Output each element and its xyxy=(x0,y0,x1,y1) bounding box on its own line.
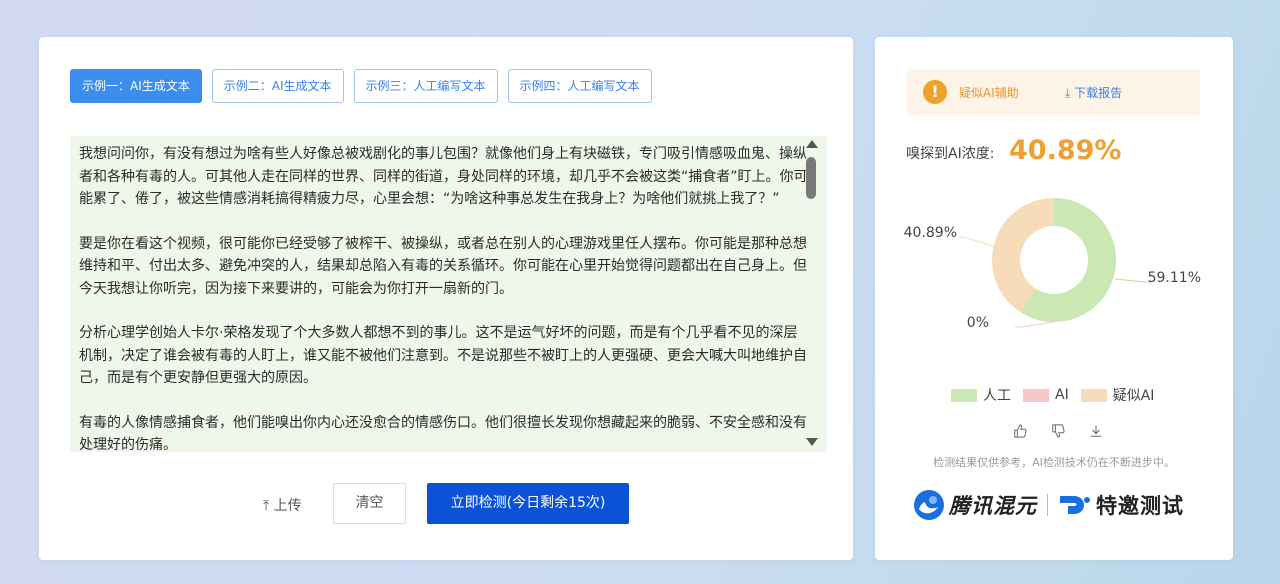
detect-button[interactable]: 立即检测(今日剩余15次) xyxy=(427,483,629,524)
alert-label: 疑似AI辅助 xyxy=(959,86,1019,100)
chart-legend: 人工 AI 疑似AI xyxy=(951,385,1166,405)
example-tabs: 示例一：AI生成文本 示例二：AI生成文本 示例三：人工编写文本 示例四：人工编… xyxy=(70,69,662,103)
thumbs-down-icon[interactable] xyxy=(1051,423,1065,439)
legend-swatch-ai xyxy=(1023,388,1049,402)
disclaimer-text: 检测结果仅供参考，AI检测技术仍在不断进步中。 xyxy=(933,456,1175,469)
concentration-value: 40.89% xyxy=(1009,135,1122,166)
donut-label-ai: 0% xyxy=(967,315,989,331)
text-paragraph-4: 有毒的人像情感捕食者，他们能嗅出你内心还没愈合的情感伤口。他们很擅长发现你想藏起… xyxy=(79,414,807,453)
download-icon: ⤓ xyxy=(1065,86,1071,100)
tab-example-4[interactable]: 示例四：人工编写文本 xyxy=(507,69,652,103)
scroll-down-arrow-icon[interactable] xyxy=(806,438,818,446)
tab-example-1[interactable]: 示例一：AI生成文本 xyxy=(70,69,202,103)
ai-donut-chart: 59.11% 0% 40.89% xyxy=(904,198,1201,331)
brand-separator xyxy=(1047,494,1048,516)
special-test-logo-icon xyxy=(1060,496,1090,514)
text-input-area[interactable]: 我想问问你，有没有想过为啥有些人好像总被戏剧化的事儿包围？就像他们身上有块磁铁，… xyxy=(70,136,827,452)
donut-label-suspected-ai: 40.89% xyxy=(904,225,957,241)
input-panel: 示例一：AI生成文本 示例二：AI生成文本 示例三：人工编写文本 示例四：人工编… xyxy=(39,37,853,560)
thumbs-up-icon[interactable] xyxy=(1013,423,1027,439)
donut-leader-line-human xyxy=(1114,278,1151,283)
scroll-up-arrow-icon[interactable] xyxy=(806,140,818,148)
text-scrollbar[interactable] xyxy=(804,136,820,452)
brand-name-hunyuan: 腾讯混元 xyxy=(949,494,1037,518)
legend-swatch-human xyxy=(951,388,977,402)
upload-label: 上传 xyxy=(273,498,302,514)
action-bar: ⤒ 上传 清空 立即检测(今日剩余15次) xyxy=(39,483,853,525)
donut-leader-line-ai xyxy=(1015,321,1055,328)
download-report-link[interactable]: ⤓ 下载报告 xyxy=(1065,84,1122,101)
tab-example-3[interactable]: 示例三：人工编写文本 xyxy=(353,69,498,103)
download-result-icon[interactable] xyxy=(1089,423,1103,439)
legend-item-human: 人工 xyxy=(951,385,1011,405)
warning-icon: ! xyxy=(923,80,947,104)
donut-label-human: 59.11% xyxy=(1148,270,1201,286)
feedback-bar xyxy=(1013,423,1127,439)
result-panel: ! 疑似AI辅助 ⤓ 下载报告 嗅探到AI浓度: 40.89% 59.11% 0%… xyxy=(875,37,1233,560)
text-paragraph-1: 我想问问你，有没有想过为啥有些人好像总被戏剧化的事儿包围？就像他们身上有块磁铁，… xyxy=(79,146,808,207)
legend-label-ai: AI xyxy=(1055,387,1069,403)
legend-item-suspected-ai: 疑似AI xyxy=(1080,385,1155,405)
ai-alert-banner: ! 疑似AI辅助 ⤓ 下载报告 xyxy=(907,69,1200,115)
legend-swatch-suspected-ai xyxy=(1080,388,1107,402)
tab-example-2[interactable]: 示例二：AI生成文本 xyxy=(211,69,344,103)
text-paragraph-3: 分析心理学创始人卡尔·荣格发现了个大多数人都想不到的事儿。这不是运气好坏的问题，… xyxy=(79,325,807,386)
clear-button[interactable]: 清空 xyxy=(333,483,406,524)
upload-icon: ⤒ xyxy=(263,498,270,514)
legend-label-human: 人工 xyxy=(983,388,1011,404)
donut-leader-line-suspected-ai xyxy=(958,236,997,248)
hunyuan-logo-icon xyxy=(914,490,944,520)
legend-item-ai: AI xyxy=(1023,385,1069,405)
concentration-label: 嗅探到AI浓度: xyxy=(906,146,995,162)
text-paragraph-2: 要是你在看这个视频，很可能你已经受够了被榨干、被操纵，或者总在别人的心理游戏里任… xyxy=(79,235,807,297)
brand-name-special-test: 特邀测试 xyxy=(1096,494,1184,518)
scroll-thumb[interactable] xyxy=(806,157,816,199)
upload-button[interactable]: ⤒ 上传 xyxy=(263,495,302,515)
download-label: 下载报告 xyxy=(1074,86,1123,100)
brand-footer: 腾讯混元 特邀测试 xyxy=(913,489,1184,521)
legend-label-suspected-ai: 疑似AI xyxy=(1112,388,1155,404)
